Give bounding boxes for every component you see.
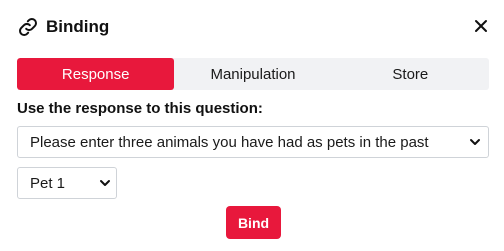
tab-response[interactable]: Response bbox=[17, 58, 175, 90]
dialog-header: Binding bbox=[17, 16, 109, 38]
question-select-value: Please enter three animals you have had … bbox=[30, 133, 429, 151]
dialog-title: Binding bbox=[46, 17, 110, 36]
question-select[interactable]: Please enter three animals you have had … bbox=[17, 126, 489, 158]
tab-bar: Response Manipulation Store bbox=[17, 58, 489, 90]
bind-button[interactable]: Bind bbox=[226, 206, 281, 239]
binding-dialog: Binding Response Manipulation Store Use … bbox=[0, 0, 504, 251]
tab-store[interactable]: Store bbox=[332, 58, 489, 90]
question-label: Use the response to this question: bbox=[17, 100, 263, 117]
pet-select[interactable]: Pet 1 bbox=[17, 167, 117, 199]
chevron-down-icon bbox=[468, 135, 482, 149]
close-icon bbox=[474, 19, 488, 33]
chevron-down-icon bbox=[98, 176, 112, 190]
close-button[interactable] bbox=[470, 15, 492, 37]
pet-select-value: Pet 1 bbox=[30, 174, 66, 192]
tab-manipulation[interactable]: Manipulation bbox=[174, 58, 331, 90]
link-icon bbox=[17, 16, 39, 38]
